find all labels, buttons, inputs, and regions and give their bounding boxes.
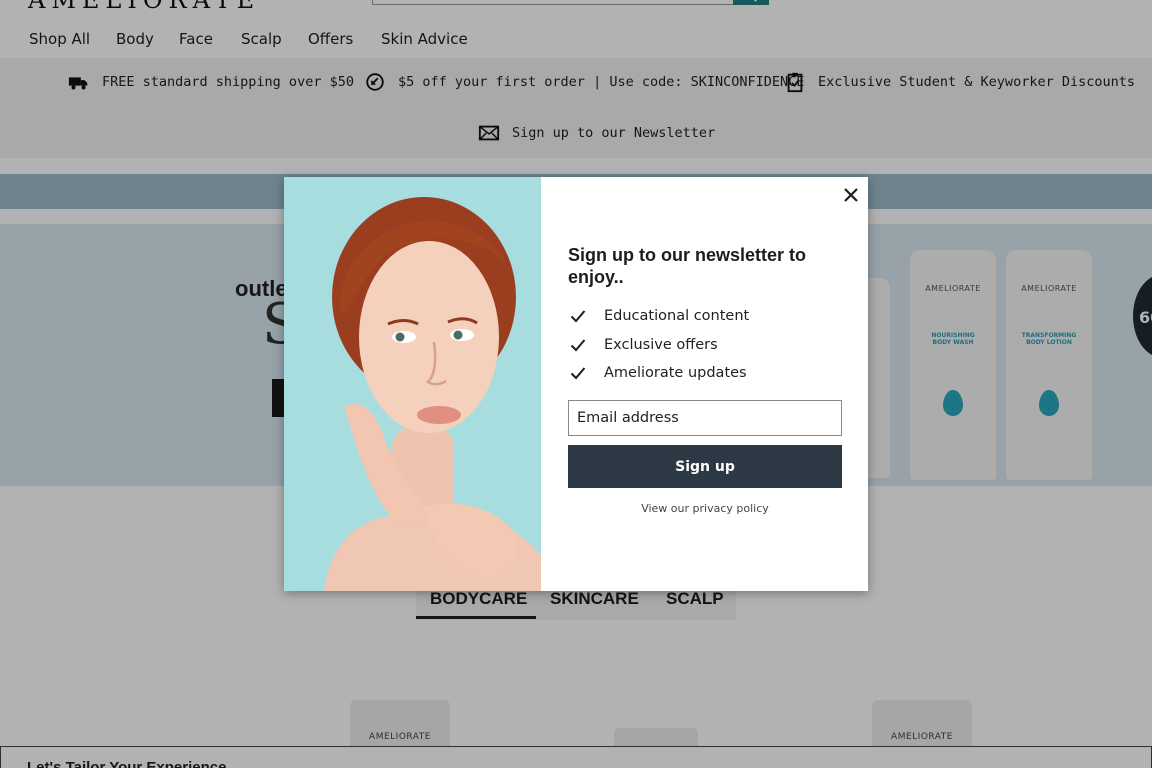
- benefit-item: Exclusive offers: [570, 331, 749, 360]
- model-photo-illustration: [284, 177, 541, 591]
- close-icon: [844, 188, 858, 202]
- email-field[interactable]: [568, 400, 842, 436]
- check-icon: [570, 339, 586, 352]
- sign-up-button[interactable]: Sign up: [568, 445, 842, 488]
- close-button[interactable]: [840, 184, 862, 206]
- privacy-policy-link[interactable]: View our privacy policy: [568, 502, 842, 515]
- benefits-list: Educational content Exclusive offers Ame…: [570, 302, 749, 388]
- benefit-item: Educational content: [570, 302, 749, 331]
- model-photo: [284, 177, 541, 591]
- newsletter-modal: Sign up to our newsletter to enjoy.. Edu…: [284, 177, 868, 591]
- check-icon: [570, 310, 586, 323]
- benefit-label: Exclusive offers: [604, 336, 718, 353]
- check-icon: [570, 367, 586, 380]
- modal-title: Sign up to our newsletter to enjoy..: [568, 245, 806, 287]
- benefit-label: Educational content: [604, 308, 750, 325]
- benefit-item: Ameliorate updates: [570, 359, 749, 388]
- benefit-label: Ameliorate updates: [604, 365, 747, 382]
